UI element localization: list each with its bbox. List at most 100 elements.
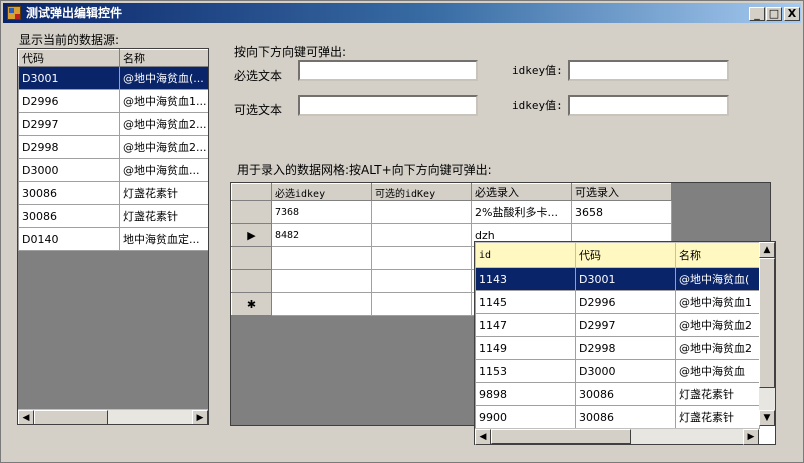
datasource-hscroll[interactable]: ◀ ▶ [18,409,208,424]
code-cell[interactable]: D2998 [18,135,120,159]
code-cell[interactable]: 30086 [18,181,120,205]
id-cell[interactable]: 9900 [475,405,576,429]
required-text-input[interactable] [298,60,478,81]
id-cell[interactable]: 1145 [475,290,576,314]
close-button[interactable]: X [784,7,800,21]
name-cell[interactable]: 灯盏花素针 [119,181,208,205]
col-header-required-idkey[interactable]: 必选idkey [271,183,372,201]
row-header[interactable]: ✱ [231,292,272,316]
popup-col-header-code[interactable]: 代码 [575,242,676,268]
entry-cell[interactable] [371,292,472,316]
code-cell[interactable]: D3001 [18,66,120,90]
name-cell[interactable]: @地中海贫血2 [675,313,760,337]
list-item[interactable]: 1143 D3001 @地中海贫血( [475,267,760,291]
code-cell[interactable]: D2997 [18,112,120,136]
id-cell[interactable]: 1149 [475,336,576,360]
row-header[interactable] [231,269,272,293]
name-cell[interactable]: @地中海贫血(... [119,66,208,90]
entry-cell[interactable] [271,246,372,270]
popup-hscroll[interactable]: ◀ ▶ [475,428,759,445]
optional-text-input[interactable] [298,95,478,116]
name-cell[interactable]: 灯盏花素针 [675,382,760,406]
title-bar[interactable]: 测试弹出编辑控件 _ □ X [3,3,801,23]
list-item[interactable]: 9898 30086 灯盏花素针 [475,382,760,406]
entry-cell[interactable] [271,269,372,293]
scroll-down-arrow[interactable]: ▼ [759,410,775,426]
popup-col-header-id[interactable]: id [475,242,576,268]
maximize-button[interactable]: □ [766,7,782,21]
code-cell[interactable]: D0140 [18,227,120,251]
table-row[interactable]: D3000 @地中海贫血... [18,158,208,182]
name-cell[interactable]: @地中海贫血2... [119,135,208,159]
row-header[interactable]: ▶ [231,223,272,247]
list-item[interactable]: 1149 D2998 @地中海贫血2 [475,336,760,360]
entry-cell[interactable]: 3658 [571,200,672,224]
scroll-right-arrow[interactable]: ▶ [192,410,208,424]
entry-cell[interactable]: 7368 [271,200,372,224]
id-cell[interactable]: 1147 [475,313,576,337]
table-row[interactable]: D2998 @地中海贫血2... [18,135,208,159]
name-cell[interactable]: 地中海贫血定... [119,227,208,251]
entry-cell[interactable] [371,223,472,247]
name-cell[interactable]: @地中海贫血2 [675,336,760,360]
col-header-code[interactable]: 代码 [18,49,120,67]
id-cell[interactable]: 1153 [475,359,576,383]
code-cell[interactable]: 30086 [575,405,676,429]
code-cell[interactable]: 30086 [18,204,120,228]
list-item[interactable]: 1147 D2997 @地中海贫血2 [475,313,760,337]
popup-col-header-name[interactable]: 名称 [675,242,760,268]
entry-cell[interactable] [271,292,372,316]
code-cell[interactable]: D2998 [575,336,676,360]
id-cell[interactable]: 1143 [475,267,576,291]
list-item[interactable]: 9900 30086 灯盏花素针 [475,405,760,429]
entry-cell[interactable]: 2%盐酸利多卡... [471,200,572,224]
popup-hscroll-thumb[interactable] [491,429,631,444]
code-cell[interactable]: D3000 [18,158,120,182]
datasource-grid[interactable]: 代码 名称 D3001 @地中海贫血(... D2996 @地中海贫血1... D299… [17,48,209,425]
name-cell[interactable]: 灯盏花素针 [675,405,760,429]
name-cell[interactable]: @地中海贫血( [675,267,760,291]
col-header-optional-entry[interactable]: 可选录入 [571,183,672,201]
name-cell[interactable]: @地中海贫血 [675,359,760,383]
idkey-input-2[interactable] [568,95,729,116]
popup-scroll-left-arrow[interactable]: ◀ [475,429,491,445]
entry-cell[interactable] [371,200,472,224]
name-cell[interactable]: @地中海贫血... [119,158,208,182]
list-item[interactable]: 1153 D3000 @地中海贫血 [475,359,760,383]
popup-vscroll-thumb[interactable] [759,258,775,388]
name-cell[interactable]: 灯盏花素针 [119,204,208,228]
name-cell[interactable]: @地中海贫血2... [119,112,208,136]
list-item[interactable]: 1145 D2996 @地中海贫血1 [475,290,760,314]
scroll-left-arrow[interactable]: ◀ [18,410,34,424]
entry-cell[interactable] [371,246,472,270]
code-cell[interactable]: D2997 [575,313,676,337]
name-cell[interactable]: @地中海贫血1 [675,290,760,314]
id-cell[interactable]: 9898 [475,382,576,406]
popup-grid[interactable]: id 代码 名称 1143 D3001 @地中海贫血(1145 D2996 @地中海贫血… [474,241,776,445]
name-cell[interactable]: @地中海贫血1... [119,89,208,113]
idkey-input-1[interactable] [568,60,729,81]
table-row[interactable]: D2996 @地中海贫血1... [18,89,208,113]
code-cell[interactable]: D2996 [18,89,120,113]
code-cell[interactable]: D3001 [575,267,676,291]
table-row[interactable]: 30086 灯盏花素针 [18,204,208,228]
row-header[interactable] [231,200,272,224]
col-header-name[interactable]: 名称 [119,49,208,67]
table-row[interactable]: 7368 2%盐酸利多卡... 3658 [231,200,672,224]
entry-cell[interactable] [371,269,472,293]
popup-vscroll[interactable]: ▲ ▼ [759,242,775,426]
table-row[interactable]: 30086 灯盏花素针 [18,181,208,205]
code-cell[interactable]: D3000 [575,359,676,383]
entry-cell[interactable]: 8482 [271,223,372,247]
minimize-button[interactable]: _ [749,7,765,21]
col-header-optional-idkey[interactable]: 可选的idKey [371,183,472,201]
scroll-up-arrow[interactable]: ▲ [759,242,775,258]
col-header-required-entry[interactable]: 必选录入 [471,183,572,201]
code-cell[interactable]: 30086 [575,382,676,406]
scroll-thumb[interactable] [34,410,108,424]
row-header[interactable] [231,246,272,270]
code-cell[interactable]: D2996 [575,290,676,314]
table-row[interactable]: D0140 地中海贫血定... [18,227,208,251]
popup-scroll-right-arrow[interactable]: ▶ [743,429,759,445]
table-row[interactable]: D3001 @地中海贫血(... [18,66,208,90]
